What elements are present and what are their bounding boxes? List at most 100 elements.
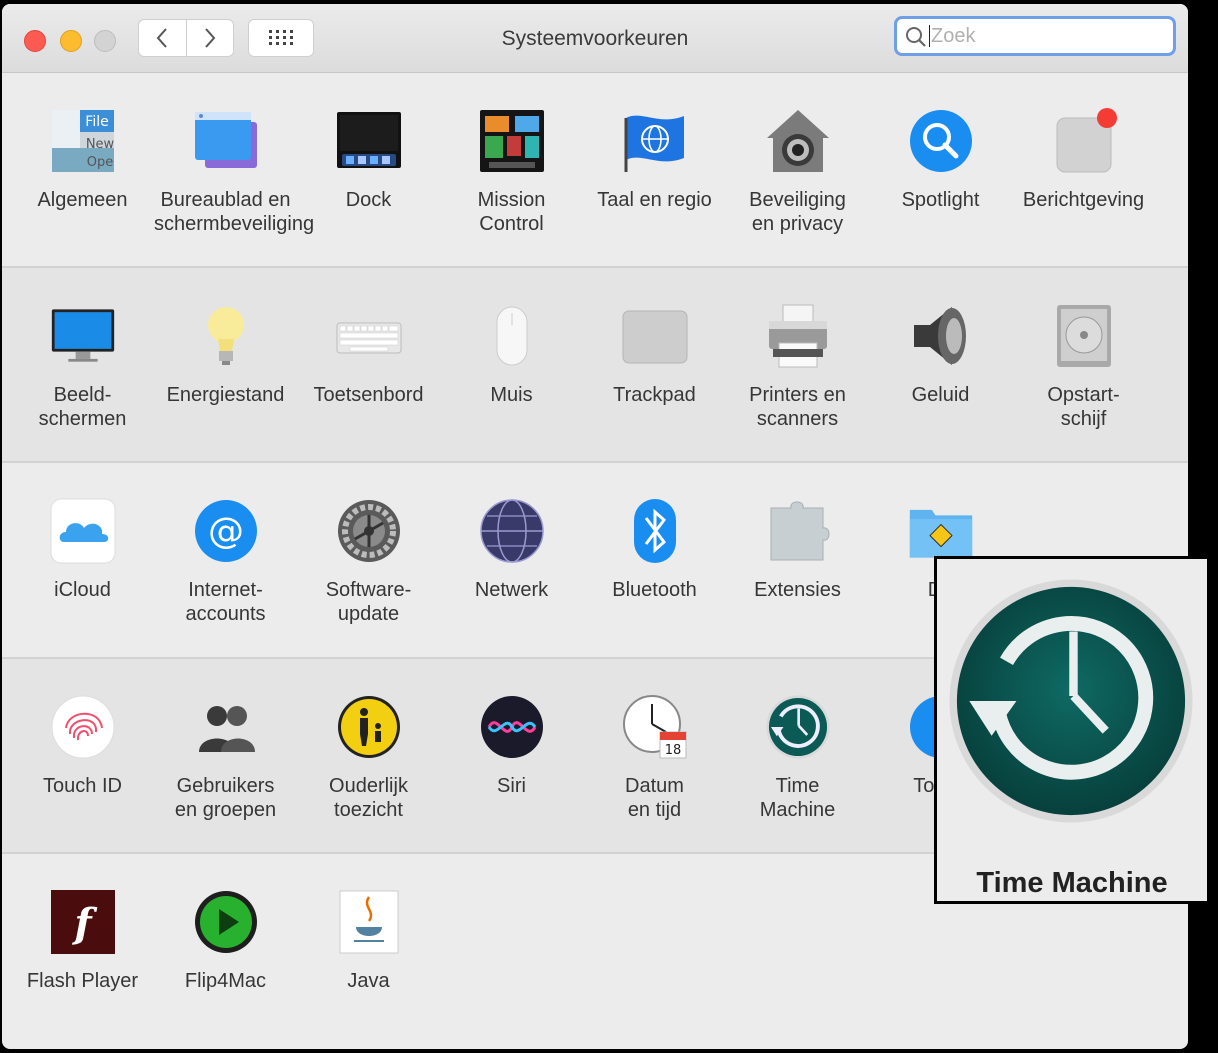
pane-label: Muis	[490, 384, 533, 406]
desktop-icon	[193, 108, 259, 174]
pane-label: Spotlight	[901, 189, 980, 211]
pane-label: Java	[347, 970, 390, 992]
search-icon	[906, 27, 926, 47]
pane-label: Taal en regio	[597, 189, 712, 211]
svg-text:18: 18	[665, 743, 682, 758]
pane-dock[interactable]: Dock	[297, 72, 440, 267]
pane-spotlight[interactable]: Spotlight	[869, 72, 1012, 267]
magnifier-icon	[908, 108, 974, 174]
pane-label: Netwerk	[474, 579, 549, 601]
pane-label: Toetsenbord	[313, 384, 424, 406]
pane-label: Software-update	[325, 579, 412, 625]
pane-label: Flash Player	[26, 970, 139, 992]
pane-printers[interactable]: Printers en scanners	[726, 267, 869, 462]
pane-toetsenbord[interactable]: Toetsenbord	[297, 267, 440, 462]
pane-beeldschermen[interactable]: Beeld- schermen	[11, 267, 154, 462]
svg-text:@: @	[208, 511, 244, 552]
pane-flip4mac[interactable]: Flip4Mac	[154, 853, 297, 1048]
pane-mission-control[interactable]: Mission Control	[440, 72, 583, 267]
mission-control-icon	[479, 108, 545, 174]
pane-geluid[interactable]: Geluid	[869, 267, 1012, 462]
pane-flash[interactable]: f Flash Player	[11, 853, 154, 1048]
lightbulb-icon	[193, 303, 259, 369]
pane-netwerk[interactable]: Netwerk	[440, 462, 583, 657]
pane-time-machine[interactable]: Time Machine	[726, 658, 869, 853]
siri-icon	[479, 694, 545, 760]
svg-text:New: New	[86, 137, 115, 152]
speaker-icon	[908, 303, 974, 369]
pane-bureaublad[interactable]: Bureaublad en schermbeveiliging	[154, 72, 315, 267]
pane-extensies[interactable]: Extensies	[726, 462, 869, 657]
pane-icloud[interactable]: iCloud	[11, 462, 154, 657]
pane-label: Energiestand	[166, 384, 285, 406]
pane-label: Gebruikers en groepen	[174, 775, 277, 821]
flash-icon: f	[50, 889, 116, 955]
play-circle-icon	[193, 889, 259, 955]
java-cup-icon	[336, 889, 402, 955]
pane-label: Berichtgeving	[1022, 189, 1145, 211]
pane-label: Extensies	[754, 579, 841, 601]
pane-gebruikers[interactable]: Gebruikers en groepen	[154, 658, 297, 853]
pane-datum[interactable]: 18 Datum en tijd	[583, 658, 726, 853]
pane-label: Beveiliging en privacy	[749, 189, 846, 235]
pane-energiestand[interactable]: Energiestand	[154, 267, 297, 462]
pane-label: Bluetooth	[612, 579, 697, 601]
pane-software-update[interactable]: Software-update	[297, 462, 440, 657]
pane-label: Time Machine	[759, 775, 836, 821]
notification-icon	[1051, 108, 1117, 174]
callout-label: Time Machine	[976, 867, 1168, 899]
pane-internetaccounts[interactable]: @ Internet- accounts	[154, 462, 297, 657]
pane-label: Printers en scanners	[749, 384, 846, 430]
pane-opstartschijf[interactable]: Opstart- schijf	[1012, 267, 1155, 462]
pane-label: Siri	[497, 775, 526, 797]
trackpad-icon	[622, 303, 688, 369]
pane-bluetooth[interactable]: Bluetooth	[583, 462, 726, 657]
parental-controls-icon	[336, 694, 402, 760]
pane-beveiliging[interactable]: Beveiliging en privacy	[726, 72, 869, 267]
svg-text:File: File	[85, 114, 108, 130]
security-house-icon	[765, 108, 831, 174]
display-icon	[50, 303, 116, 369]
pane-muis[interactable]: Muis	[440, 267, 583, 462]
pane-siri[interactable]: Siri	[440, 658, 583, 853]
pane-touch-id[interactable]: Touch ID	[11, 658, 154, 853]
pane-java[interactable]: Java	[297, 853, 440, 1048]
flag-globe-icon	[622, 108, 688, 174]
search-field[interactable]	[894, 16, 1176, 56]
row-divider	[2, 461, 1188, 463]
mouse-icon	[479, 303, 545, 369]
pane-label: Touch ID	[43, 775, 122, 797]
printer-icon	[765, 303, 831, 369]
keyboard-icon	[336, 303, 402, 369]
pane-label: Algemeen	[37, 189, 128, 211]
pane-taal[interactable]: Taal en regio	[583, 72, 726, 267]
search-input[interactable]	[930, 24, 1161, 48]
dock-icon	[336, 108, 402, 174]
time-machine-icon	[765, 694, 831, 760]
pane-label: Beeld- schermen	[38, 384, 127, 430]
bluetooth-icon	[622, 498, 688, 564]
pane-ouderlijk[interactable]: Ouderlijk toezicht	[297, 658, 440, 853]
pane-label: Dock	[345, 189, 392, 211]
users-icon	[193, 694, 259, 760]
time-machine-callout: Time Machine	[934, 556, 1210, 904]
general-icon: File New Ope	[50, 108, 116, 174]
pane-label: Mission Control	[477, 189, 546, 235]
time-machine-icon	[949, 579, 1193, 823]
pane-trackpad[interactable]: Trackpad	[583, 267, 726, 462]
pane-label: Opstart- schijf	[1047, 384, 1120, 430]
at-sign-icon: @	[193, 498, 259, 564]
svg-text:Ope: Ope	[87, 155, 113, 170]
network-globe-icon	[479, 498, 545, 564]
pane-label: Datum en tijd	[625, 775, 684, 821]
pane-label: iCloud	[54, 579, 111, 601]
cloud-icon	[50, 498, 116, 564]
row-divider	[2, 266, 1188, 268]
fingerprint-icon	[50, 694, 116, 760]
pane-algemeen[interactable]: File New Ope Algemeen	[11, 72, 154, 267]
pane-label: Geluid	[911, 384, 970, 406]
pane-label: Bureaublad en schermbeveiliging	[154, 189, 315, 235]
pane-label: Internet- accounts	[185, 579, 266, 625]
hard-disk-icon	[1051, 303, 1117, 369]
pane-berichtgeving[interactable]: Berichtgeving	[1012, 72, 1155, 267]
